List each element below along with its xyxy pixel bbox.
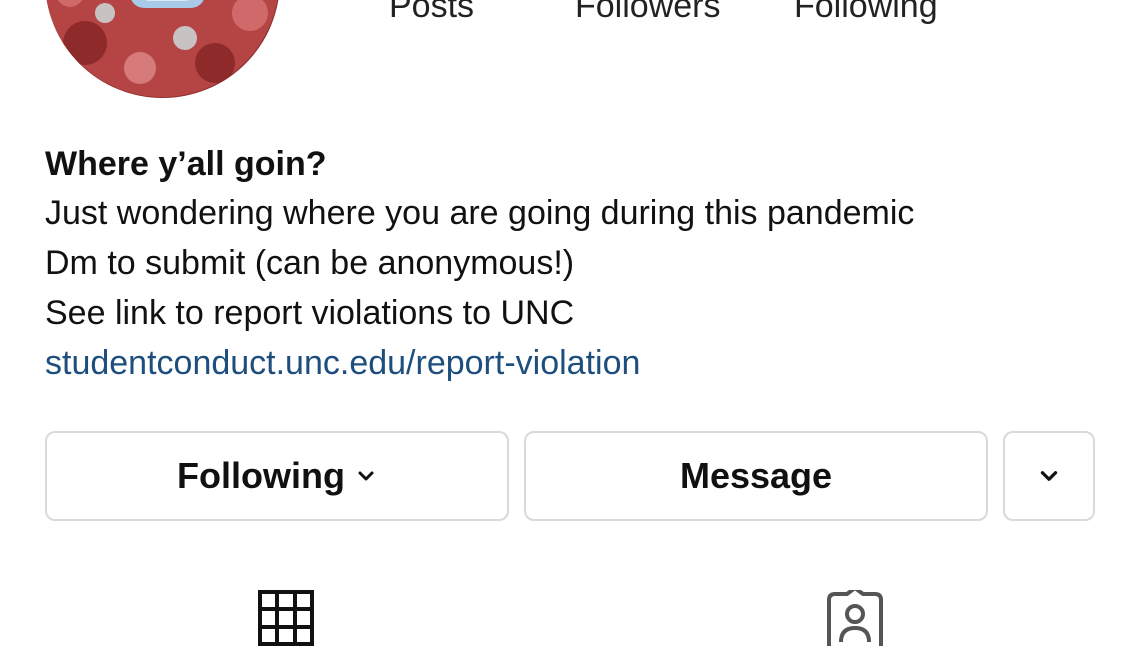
following-button[interactable]: Following (45, 431, 509, 521)
message-button-label: Message (679, 455, 833, 496)
bio-line: Just wondering where you are going durin… (45, 194, 915, 232)
tagged-person-icon (827, 586, 883, 651)
bio-line: See link to report violations to UNC (45, 294, 575, 332)
posts-grid-tab[interactable] (258, 590, 314, 651)
grid-icon (258, 590, 314, 646)
profile-avatar[interactable] (45, 0, 280, 98)
chevron-down-icon (1040, 471, 1058, 481)
bio-link[interactable]: studentconduct.unc.edu/report-violation (45, 338, 1115, 388)
suggested-accounts-button[interactable] (1003, 431, 1095, 521)
posts-stat-label[interactable]: Posts (389, 0, 474, 26)
profile-bio: Where y’all goin? Just wondering where y… (45, 140, 1115, 388)
message-button[interactable]: Message (524, 431, 988, 521)
following-stat-label[interactable]: Following (794, 0, 938, 26)
followers-stat-label[interactable]: Followers (575, 0, 720, 26)
avatar-image (46, 0, 278, 97)
bio-line: Dm to submit (can be anonymous!) (45, 244, 575, 282)
following-button-label: Following (177, 455, 345, 496)
tagged-tab[interactable] (823, 586, 887, 651)
chevron-down-icon (358, 471, 374, 481)
profile-name: Where y’all goin? (45, 145, 327, 183)
